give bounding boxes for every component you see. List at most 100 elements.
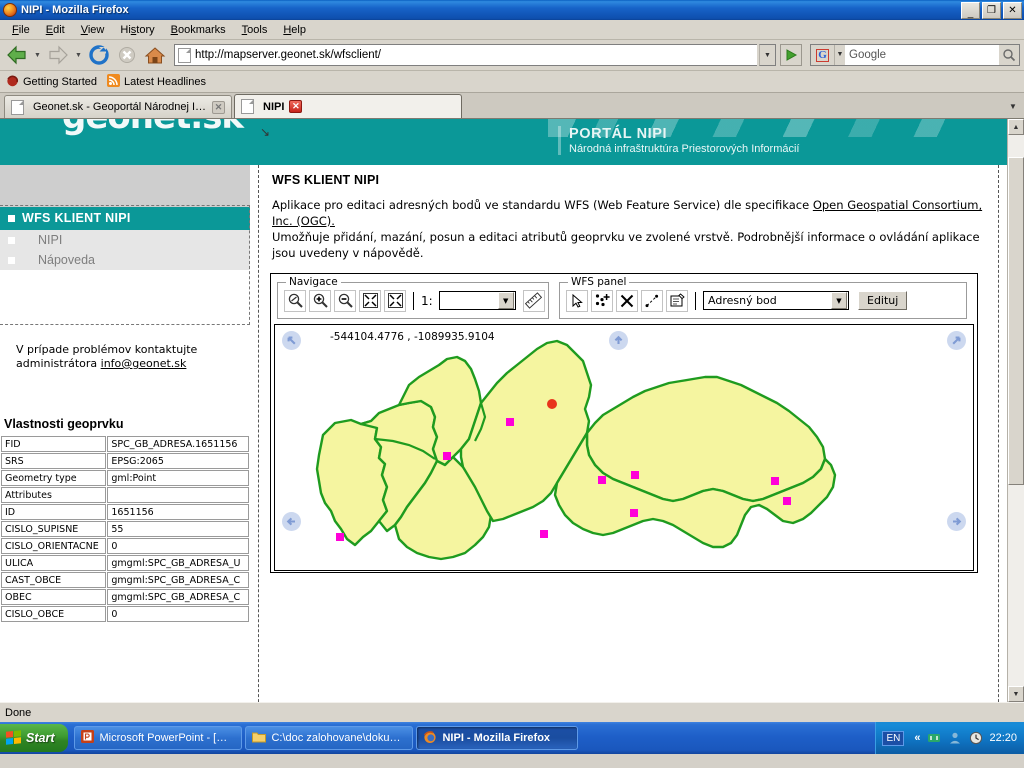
sidebar-nav-filler: [0, 270, 250, 284]
sidebar-item-label: NIPI: [38, 233, 63, 247]
sidebar-top-block: [0, 165, 250, 207]
chevron-down-icon[interactable]: ▼: [831, 292, 847, 309]
reload-icon[interactable]: [86, 43, 112, 67]
scroll-up-button[interactable]: ▲: [1008, 119, 1024, 135]
url-dropdown-caret-icon[interactable]: ▼: [759, 44, 776, 66]
ruler-icon[interactable]: [522, 289, 545, 312]
sidebar-header-label: WFS KLIENT NIPI: [22, 211, 131, 225]
edit-button[interactable]: Edituj: [858, 291, 908, 310]
move-point-icon[interactable]: [641, 289, 663, 312]
feature-marker[interactable]: [630, 509, 638, 517]
user-account-icon[interactable]: [947, 731, 962, 746]
back-arrow-icon[interactable]: [4, 43, 30, 67]
select-pointer-icon[interactable]: [566, 289, 588, 312]
back-history-caret-icon[interactable]: ▼: [32, 43, 43, 67]
tray-expand-icon[interactable]: «: [914, 732, 920, 744]
property-value: [107, 487, 249, 503]
tab-list-caret-icon[interactable]: ▼: [1004, 97, 1022, 115]
intro-part-2: Umožňuje přidání, mazání, posun a editac…: [272, 230, 980, 260]
sidebar-nav: WFS KLIENT NIPI NIPI Nápoveda: [0, 207, 250, 284]
page-scrollbar[interactable]: ▲ ▼: [1007, 119, 1024, 702]
delete-point-icon[interactable]: [616, 289, 638, 312]
menu-edit[interactable]: Edit: [38, 22, 73, 38]
property-value: EPSG:2065: [107, 453, 249, 469]
tab-page-icon: [11, 99, 24, 115]
firefox-bookmark-icon: [6, 74, 19, 90]
feature-marker[interactable]: [598, 476, 606, 484]
attributes-icon[interactable]: [666, 289, 688, 312]
contact-email-link[interactable]: info@geonet.sk: [101, 357, 187, 370]
taskbar-item-firefox[interactable]: NIPI - Mozilla Firefox: [416, 726, 579, 750]
property-key: CISLO_ORIENTACNE: [1, 538, 107, 554]
selected-feature-marker[interactable]: [547, 399, 557, 409]
toolbar-separator: [695, 291, 696, 310]
clock-tray-icon[interactable]: [968, 731, 983, 746]
feature-marker[interactable]: [506, 418, 514, 426]
toolbar-separator: [413, 291, 414, 310]
bookmark-getting-started[interactable]: Getting Started: [6, 74, 97, 90]
zoom-to-selection-icon[interactable]: [359, 289, 381, 312]
bookmark-latest-headlines[interactable]: Latest Headlines: [107, 73, 206, 90]
sidebar-item-nipi[interactable]: NIPI: [0, 230, 250, 250]
sidebar-item-wfs-klient[interactable]: WFS KLIENT NIPI: [0, 207, 250, 230]
taskbar-item-folder[interactable]: C:\doc zalohovane\doku…: [245, 726, 414, 750]
feature-marker[interactable]: [443, 452, 451, 460]
portal-subtitle: Národná infraštruktúra Priestorových Inf…: [569, 143, 800, 155]
start-button[interactable]: Start: [0, 724, 69, 752]
tab-close-icon[interactable]: ✕: [212, 100, 225, 114]
tab-geonet[interactable]: Geonet.sk - Geoportál Národnej Infra… ✕: [4, 95, 232, 118]
map-canvas[interactable]: -544104.4776 , -1089935.9104: [274, 324, 974, 571]
menu-help[interactable]: Help: [275, 22, 314, 38]
tab-label: Geonet.sk - Geoportál Národnej Infra…: [33, 101, 207, 113]
zoom-full-extent-icon[interactable]: [384, 289, 406, 312]
tab-close-icon[interactable]: ✕: [289, 100, 303, 113]
search-input[interactable]: Google: [845, 49, 999, 61]
site-logo[interactable]: geonet.sk: [62, 119, 244, 137]
clock[interactable]: 22:20: [989, 732, 1017, 744]
scroll-down-button[interactable]: ▼: [1008, 686, 1024, 702]
zoom-in-icon[interactable]: [309, 289, 331, 312]
scrollbar-thumb[interactable]: [1008, 157, 1024, 485]
resize-handle-icon[interactable]: ↘: [260, 125, 270, 139]
add-point-icon[interactable]: [591, 289, 613, 312]
search-engine-caret-icon[interactable]: ▼: [835, 45, 845, 65]
menu-history[interactable]: History: [112, 22, 162, 38]
tab-nipi[interactable]: NIPI ✕: [234, 94, 462, 118]
menu-file[interactable]: File: [4, 22, 38, 38]
menu-tools[interactable]: Tools: [234, 22, 276, 38]
menu-bookmarks[interactable]: Bookmarks: [163, 22, 234, 38]
restore-button[interactable]: ❐: [982, 1, 1001, 19]
portal-heading: PORTÁL NIPI Národná infraštruktúra Pries…: [558, 126, 799, 155]
zoom-pan-icon[interactable]: [284, 289, 306, 312]
layer-select[interactable]: Adresný bod ▼: [703, 291, 849, 310]
intro-part-1: Aplikace pro editaci adresných bodů ve s…: [272, 198, 813, 212]
feature-marker[interactable]: [336, 533, 344, 541]
search-icon[interactable]: [999, 45, 1019, 65]
taskbar-item-powerpoint[interactable]: Microsoft PowerPoint - […: [74, 726, 243, 750]
window-title-bar[interactable]: NIPI - Mozilla Firefox _ ❐ ✕: [0, 0, 1024, 20]
map-markers[interactable]: [275, 325, 974, 571]
feature-marker[interactable]: [783, 497, 791, 505]
zoom-out-icon[interactable]: [334, 289, 356, 312]
feature-marker[interactable]: [631, 471, 639, 479]
chevron-down-icon[interactable]: ▼: [497, 292, 514, 309]
table-row: Attributes: [1, 487, 249, 503]
go-button[interactable]: [780, 44, 802, 66]
feature-marker[interactable]: [540, 530, 548, 538]
menu-view[interactable]: View: [73, 22, 113, 38]
wfs-client-app: Navigace 1: ▼ WFS panel Adresný bod ▼ Ed…: [270, 273, 978, 573]
feature-marker[interactable]: [771, 477, 779, 485]
sidebar-item-label: Nápoveda: [38, 253, 95, 267]
scale-select[interactable]: ▼: [438, 291, 516, 310]
bookmark-label: Latest Headlines: [124, 75, 206, 88]
close-button[interactable]: ✕: [1003, 1, 1022, 19]
language-indicator[interactable]: EN: [882, 730, 905, 746]
sidebar-item-napoveda[interactable]: Nápoveda: [0, 250, 250, 270]
network-icon[interactable]: [926, 731, 941, 746]
search-bar[interactable]: G ▼ Google: [810, 44, 1020, 66]
minimize-button[interactable]: _: [961, 1, 980, 19]
url-bar[interactable]: http://mapserver.geonet.sk/wfsclient/: [174, 44, 757, 66]
url-text: http://mapserver.geonet.sk/wfsclient/: [195, 49, 382, 61]
google-logo-icon[interactable]: G: [811, 45, 835, 65]
home-icon[interactable]: [142, 43, 168, 67]
